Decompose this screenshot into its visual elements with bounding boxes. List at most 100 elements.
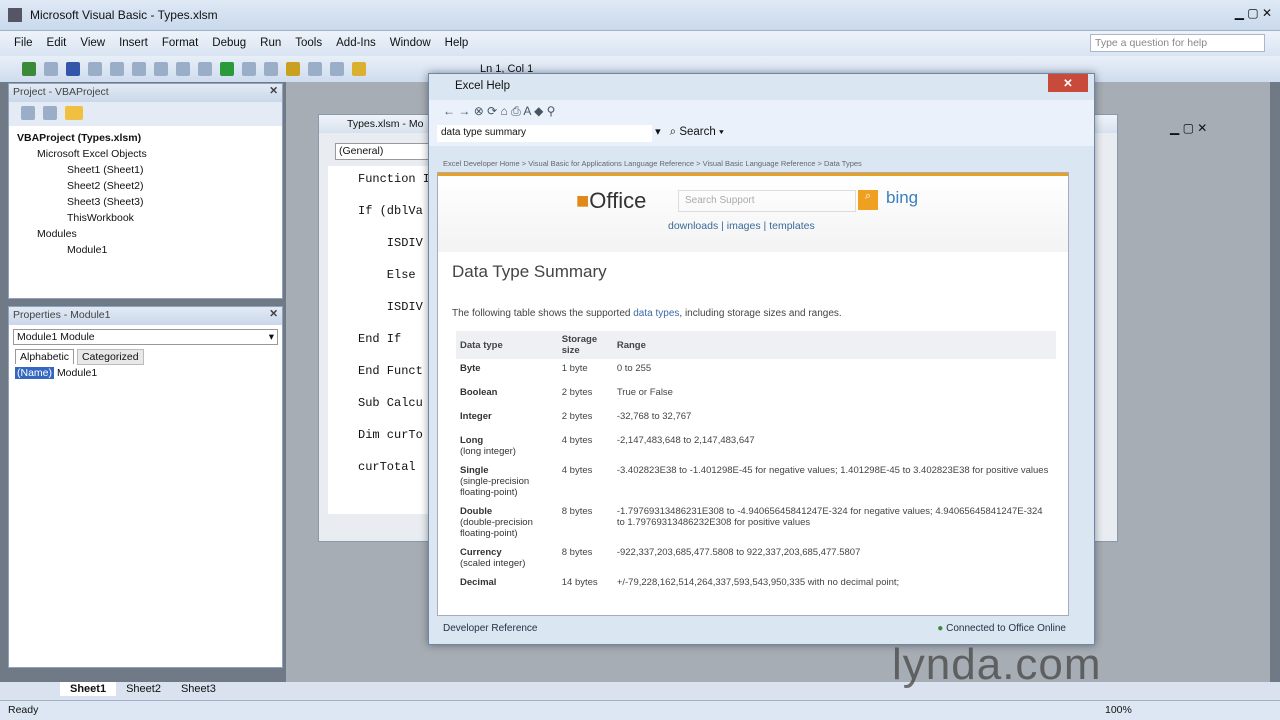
code-line: Function I [358, 172, 431, 186]
keep-on-top-icon[interactable]: ⚲ [547, 104, 556, 118]
size-cell: 8 bytes [561, 547, 593, 558]
cut-icon[interactable] [88, 62, 102, 76]
menu-view[interactable]: View [80, 37, 105, 49]
properties-icon[interactable] [330, 62, 344, 76]
window-controls[interactable]: ▁ ▢ ✕ [1235, 6, 1272, 20]
property-row[interactable]: (Name) Module1 [9, 365, 282, 381]
view-excel-icon[interactable] [22, 62, 36, 76]
data-types-link[interactable]: data types [633, 308, 679, 319]
stop-icon[interactable]: ⊗ [474, 104, 484, 118]
back-icon[interactable]: ← [443, 104, 455, 118]
properties-window: Properties - Module1 ✕ Module1 Module ▾ Al… [8, 306, 283, 668]
menu-help[interactable]: Help [445, 37, 469, 49]
link-downloads[interactable]: downloads [668, 220, 718, 232]
properties-title: Properties - Module1 [13, 309, 111, 321]
range-cell: -32,768 to 32,767 [616, 411, 692, 422]
copy-icon[interactable] [110, 62, 124, 76]
find-icon[interactable] [154, 62, 168, 76]
size-cell: 2 bytes [561, 411, 593, 422]
run-icon[interactable] [220, 62, 234, 76]
type-name: Byte [460, 363, 481, 374]
table-row: Integer 2 bytes -32,768 to 32,767 [456, 407, 1056, 431]
status-bar: Ready 100% [0, 700, 1280, 720]
font-size-icon[interactable]: A [523, 104, 530, 118]
close-button[interactable]: ✕ [1048, 74, 1088, 92]
code-line: If (dblVa [358, 204, 423, 218]
type-cell: Long (long integer) [456, 431, 558, 461]
menu-window[interactable]: Window [390, 37, 431, 49]
range-cell: -2,147,483,648 to 2,147,483,647 [616, 435, 755, 446]
breadcrumb[interactable]: Excel Developer Home > Visual Basic for … [443, 159, 862, 168]
paste-icon[interactable] [132, 62, 146, 76]
menu-run[interactable]: Run [260, 37, 281, 49]
tree-node-sheet[interactable]: Sheet2 (Sheet2) [17, 180, 274, 196]
table-row: Double (double-precision floating-point) 8… [456, 502, 1056, 543]
close-icon[interactable]: ✕ [269, 308, 278, 320]
type-name: Long [460, 435, 484, 446]
zoom-level[interactable]: 100% [1105, 704, 1132, 716]
refresh-icon[interactable]: ⟳ [487, 104, 497, 118]
toc-icon[interactable]: ◆ [534, 104, 543, 118]
link-templates[interactable]: templates [769, 220, 815, 232]
status-text: Ready [8, 704, 39, 716]
tree-node-sheet[interactable]: Sheet3 (Sheet3) [17, 196, 274, 212]
object-browser-icon[interactable] [352, 62, 366, 76]
type-name: Double [460, 506, 493, 517]
type-cell: Byte [456, 359, 558, 383]
toggle-folders-icon[interactable] [65, 106, 83, 120]
redo-icon[interactable] [198, 62, 212, 76]
code-line: curTotal [358, 460, 416, 474]
link-images[interactable]: images [727, 220, 761, 232]
object-dropdown[interactable]: Module1 Module ▾ [13, 329, 278, 345]
code-line: End If [358, 332, 402, 346]
save-icon[interactable] [66, 62, 80, 76]
project-title: Project - VBAProject [13, 86, 109, 98]
chevron-down-icon[interactable]: ▾ [655, 126, 661, 138]
menu-edit[interactable]: Edit [47, 37, 67, 49]
tree-node-project[interactable]: VBAProject (Types.xlsm) [17, 132, 274, 148]
menu-debug[interactable]: Debug [212, 37, 246, 49]
object-dropdown-value: Module1 Module [17, 331, 95, 343]
connection-status[interactable]: ● Connected to Office Online [937, 623, 1066, 634]
code-editor[interactable]: Function I If (dblVa ISDIV Else ISDIV En… [328, 166, 431, 514]
tab-alphabetic[interactable]: Alphabetic [15, 349, 75, 364]
sheet-tab[interactable]: Sheet2 [116, 682, 171, 696]
intro-before: The following table shows the supported [452, 308, 634, 319]
help-toolbar: ← → ⊗ ⟳ ⌂ ⎙ A ◆ ⚲ [429, 100, 1094, 122]
col-header: Data type [456, 331, 558, 359]
tree-node-workbook[interactable]: ThisWorkbook [17, 212, 274, 228]
forward-icon[interactable]: → [458, 104, 470, 118]
menu-tools[interactable]: Tools [295, 37, 322, 49]
menu-format[interactable]: Format [162, 37, 198, 49]
view-code-icon[interactable] [21, 106, 35, 120]
sheet-tab[interactable]: Sheet1 [60, 682, 117, 696]
sheet-tab[interactable]: Sheet3 [171, 682, 226, 696]
mdi-window-controls[interactable]: ▁ ▢ ✕ [1170, 121, 1207, 135]
home-icon[interactable]: ⌂ [501, 104, 508, 118]
tab-categorized[interactable]: Categorized [76, 349, 144, 365]
tree-node-module[interactable]: Module1 [17, 244, 274, 260]
menu-addins[interactable]: Add-Ins [336, 37, 376, 49]
tree-node-folder[interactable]: Microsoft Excel Objects [17, 148, 274, 164]
code-line: End Funct [358, 364, 423, 378]
insert-module-icon[interactable] [44, 62, 58, 76]
print-icon[interactable]: ⎙ [511, 104, 521, 118]
bing-search-icon[interactable]: ⌕ [858, 190, 878, 210]
design-mode-icon[interactable] [286, 62, 300, 76]
search-support-input[interactable]: Search Support [678, 190, 856, 212]
help-question-input[interactable]: Type a question for help [1090, 34, 1265, 52]
reset-icon[interactable] [264, 62, 278, 76]
project-explorer-icon[interactable] [308, 62, 322, 76]
close-icon[interactable]: ✕ [269, 85, 278, 97]
undo-icon[interactable] [176, 62, 190, 76]
menu-insert[interactable]: Insert [119, 37, 148, 49]
type-cell: Boolean [456, 383, 558, 407]
help-search-input[interactable]: data type summary [437, 125, 652, 142]
menu-file[interactable]: File [14, 37, 33, 49]
tree-node-folder[interactable]: Modules [17, 228, 274, 244]
tree-node-sheet[interactable]: Sheet1 (Sheet1) [17, 164, 274, 180]
view-object-icon[interactable] [43, 106, 57, 120]
search-button[interactable]: ⌕ Search ▾ [670, 126, 724, 138]
type-cell: Integer [456, 407, 558, 431]
break-icon[interactable] [242, 62, 256, 76]
